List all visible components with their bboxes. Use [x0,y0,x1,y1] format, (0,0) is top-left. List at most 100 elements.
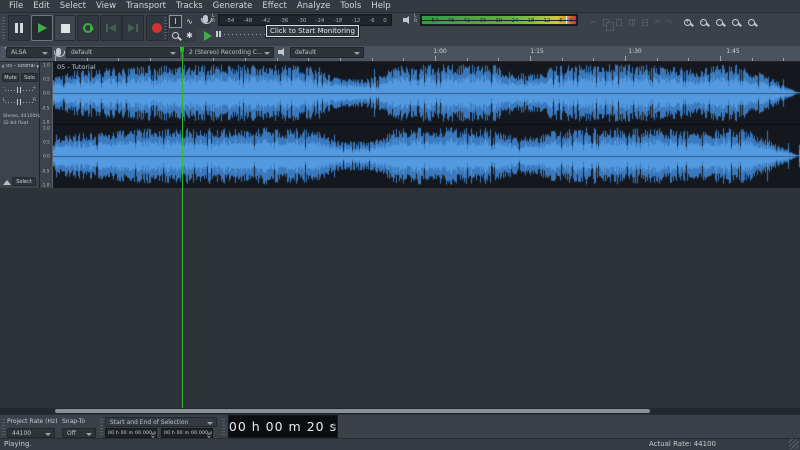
snap-to-select[interactable]: Off [62,428,96,438]
project-rate-select[interactable]: 44100 [7,428,55,438]
gain-slider-thumb[interactable] [17,87,21,93]
play-at-speed-button[interactable] [204,31,212,41]
undo-button[interactable]: ↶ [652,16,663,28]
transport-toolbar-grip[interactable] [2,17,5,41]
fit-selection-button[interactable] [714,16,725,28]
star-icon: ✱ [186,32,193,40]
selection-start-field[interactable]: 00 h 00 m 00.000 s [105,428,157,438]
zoom-in-button[interactable]: + [682,16,693,28]
track-title[interactable]: 05 - Tutorial [6,64,35,69]
loop-icon [83,23,93,33]
play-speed-slider-thumb[interactable] [216,31,221,37]
silence-audio-button[interactable] [639,16,650,28]
paste-button[interactable] [613,16,624,28]
recording-device-icon [56,48,61,56]
zoom-tool-button[interactable] [169,29,182,42]
playback-meter-channel-labels: LR [414,14,417,25]
workspace-background [0,188,800,408]
track-close-button[interactable]: × [1,64,5,70]
paste-icon [616,19,622,26]
copy-button[interactable] [600,16,611,28]
pause-button[interactable] [8,15,30,41]
mute-button[interactable]: Mute [2,73,19,82]
menu-effect[interactable]: Effect [257,0,291,13]
skip-to-start-button[interactable] [100,15,122,41]
track-menu-caret-icon[interactable]: ▾ [36,64,39,70]
menu-analyze[interactable]: Analyze [292,0,336,13]
menu-tools[interactable]: Tools [335,0,366,13]
play-icon [38,23,47,33]
time-toolbar-grip[interactable] [100,419,103,435]
envelope-tool-button[interactable]: ∿ [183,15,196,28]
menu-edit[interactable]: Edit [28,0,54,13]
zoom-out-button[interactable]: - [698,16,709,28]
audio-host-select[interactable]: ALSA [6,47,52,58]
selection-mode-select[interactable]: Start and End of Selection [105,417,217,427]
collapse-track-icon[interactable] [3,180,11,185]
recording-channels-select[interactable]: 2 (Stereo) Recording C... [184,47,274,58]
ruler-time-label: 1:45 [726,48,739,55]
pause-icon [15,23,23,33]
playback-device-select[interactable]: default [290,47,364,58]
playback-device-icon [278,47,288,57]
vertical-scale-ruler[interactable]: 1.00.50.0-0.5-1.01.00.50.0-0.5-1.0 [40,62,53,188]
selection-tool-button[interactable]: I [169,15,182,28]
stop-button[interactable] [54,15,76,41]
cut-button[interactable]: ✂ [588,16,599,28]
envelope-icon: ∿ [186,18,193,26]
fit-project-icon [732,19,739,26]
trim-icon [629,19,635,26]
horizontal-scrollbar-thumb[interactable] [55,409,650,413]
menu-view[interactable]: View [91,0,121,13]
ruler-time-label: 1:30 [628,48,641,55]
solo-button[interactable]: Solo [21,73,38,82]
play-speed-slider[interactable] [216,31,272,37]
menu-help[interactable]: Help [366,0,395,13]
redo-button[interactable]: ↷ [664,16,675,28]
menu-generate[interactable]: Generate [208,0,258,13]
status-bar: Playing. Actual Rate: 44100 [0,438,800,450]
playback-meter[interactable]: -54-48-42-36-30-24-18-12-60 [420,14,578,26]
resize-grip-icon[interactable] [789,439,799,449]
ruler-time-label: 1:15 [530,48,543,55]
redo-icon: ↷ [666,18,673,27]
clip-name-label: 05 - Tutorial [57,63,96,71]
audio-position-display[interactable]: 00 h 00 m 20 s [228,415,338,438]
menu-bar: File Edit Select View Transport Tracks G… [0,0,800,13]
play-button[interactable] [31,15,53,41]
trim-audio-button[interactable] [626,16,637,28]
tools-toolbar-grip[interactable] [164,17,167,41]
menu-select[interactable]: Select [55,0,91,13]
selection-toolbar: Project Rate (Hz) 44100 Snap-To Off Star… [0,414,800,438]
pan-slider[interactable]: LR [3,98,36,106]
waveform-canvas[interactable] [53,62,800,188]
skip-to-end-icon [128,24,138,32]
selection-end-field[interactable]: 00 h 00 m 00.000 s [161,428,213,438]
cut-icon: ✂ [590,18,597,27]
fit-project-button[interactable] [730,16,741,28]
gain-slider[interactable]: -+ [3,86,36,94]
track-bitdepth-info: 32-bit float [3,121,28,126]
zoom-toggle-button[interactable] [746,16,757,28]
playback-status-text: Playing. [4,440,32,448]
menu-transport[interactable]: Transport [121,0,171,13]
menu-file[interactable]: File [4,0,28,13]
selection-toolbar-grip[interactable] [2,419,5,435]
recording-device-select[interactable]: default [66,47,180,58]
audio-track: × 05 - Tutorial ▾ Mute Solo -+ LR Stereo… [0,62,800,188]
zoom-out-icon: - [700,19,707,26]
device-toolbar-grip[interactable] [2,47,5,57]
spinner-icon[interactable] [331,422,336,431]
position-toolbar-grip[interactable] [222,419,225,435]
loop-button[interactable] [77,15,99,41]
speaker-icon [403,15,413,25]
pan-slider-thumb[interactable] [17,99,21,105]
menu-tracks[interactable]: Tracks [171,0,208,13]
undo-icon: ↶ [654,18,661,27]
copy-icon [603,19,609,26]
playback-meter-scale: -54-48-42-36-30-24-18-12-60 [429,15,573,25]
skip-to-end-button[interactable] [122,15,144,41]
silence-icon [642,19,648,26]
multi-tool-button[interactable]: ✱ [183,29,196,42]
track-select-button[interactable]: Select [12,177,36,186]
